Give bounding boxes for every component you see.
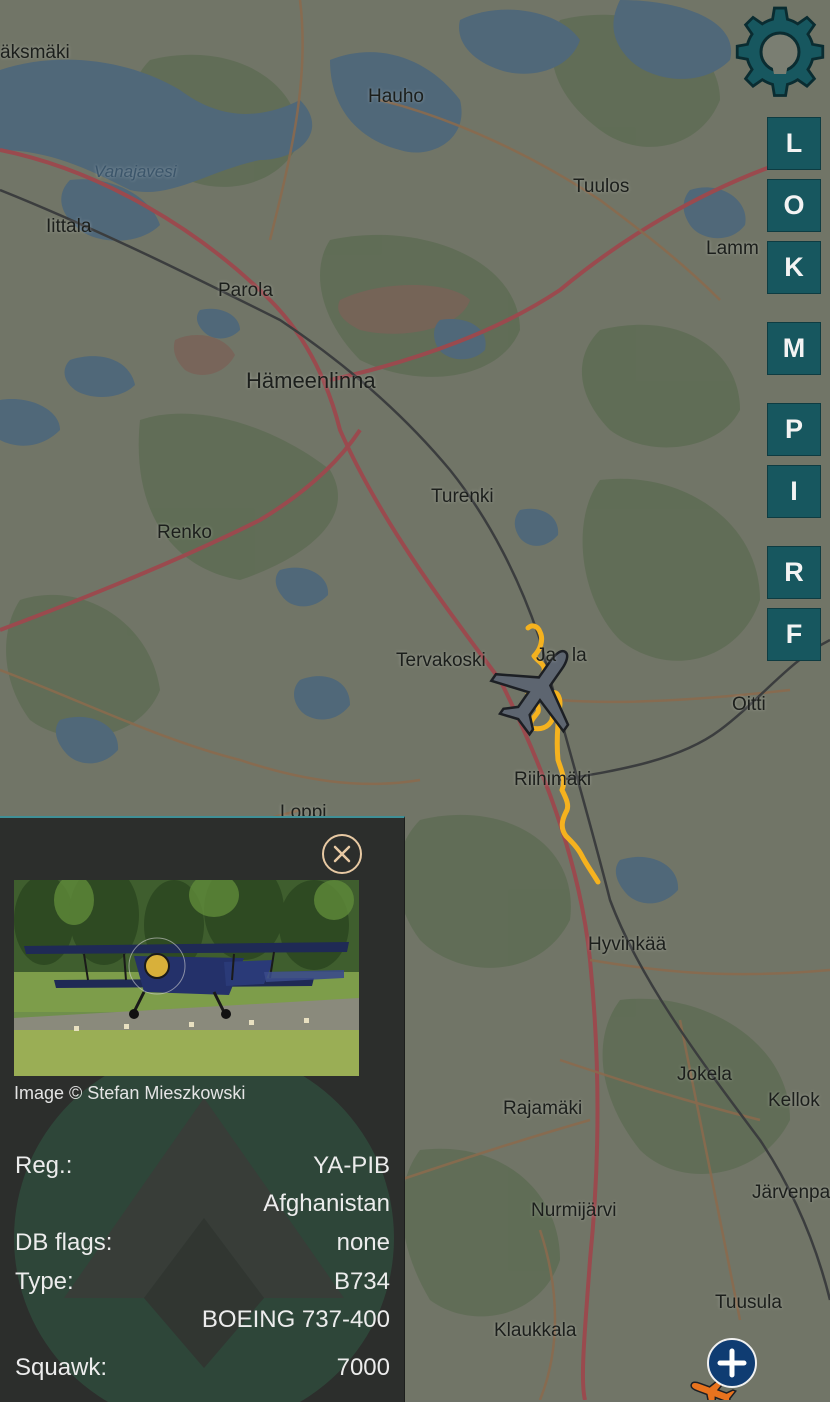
aircraft-photo[interactable] xyxy=(14,880,359,1076)
key-button-f[interactable]: F xyxy=(767,608,821,661)
gear-icon xyxy=(735,6,825,97)
zoom-in-button[interactable] xyxy=(707,1338,757,1388)
place-tervakoski: Tervakoski xyxy=(396,650,486,671)
place-jokela: Jokela xyxy=(677,1064,732,1085)
place-jarvenpaa: Järvenpa xyxy=(752,1182,830,1203)
place-vanajavesi: Vanajavesi xyxy=(94,162,177,181)
place-rajamaki: Rajamäki xyxy=(503,1098,583,1119)
close-icon xyxy=(333,845,351,863)
place-iittala: Iittala xyxy=(46,216,92,237)
place-parola: Parola xyxy=(218,280,273,301)
settings-button[interactable] xyxy=(732,4,828,100)
place-kellok: Kellok xyxy=(768,1090,820,1111)
type-label: Type: xyxy=(15,1268,74,1295)
place-janakkala: Ja la xyxy=(536,645,587,666)
db-flags-value: none xyxy=(336,1229,390,1256)
reg-value: YA-PIB xyxy=(313,1152,390,1179)
key-button-m[interactable]: M xyxy=(767,322,821,375)
squawk-label: Squawk: xyxy=(15,1354,108,1381)
key-button-l[interactable]: L xyxy=(767,117,821,170)
place-nurmijarvi: Nurmijärvi xyxy=(531,1200,617,1221)
aircraft-info-panel: Image © Stefan Mieszkowski Reg.: YA-PIB … xyxy=(0,816,405,1402)
key-button-i[interactable]: I xyxy=(767,465,821,518)
place-oitti: Oitti xyxy=(732,694,766,715)
place-tuulos: Tuulos xyxy=(573,176,630,197)
close-button[interactable] xyxy=(322,834,362,874)
key-button-o[interactable]: O xyxy=(767,179,821,232)
place-hyvinkaa: Hyvinkää xyxy=(588,934,667,955)
key-button-r[interactable]: R xyxy=(767,546,821,599)
place-tuusula: Tuusula xyxy=(715,1292,782,1313)
place-klaukkala: Klaukkala xyxy=(494,1320,577,1341)
db-flags-label: DB flags: xyxy=(15,1229,113,1256)
country-value: Afghanistan xyxy=(263,1190,390,1217)
plus-icon xyxy=(717,1348,747,1378)
photo-credit: Image © Stefan Mieszkowski xyxy=(14,1083,246,1103)
place-aksmaki: äksmäki xyxy=(0,42,70,63)
aircraft-photo-image xyxy=(14,880,359,1076)
place-lamm: Lamm xyxy=(706,238,759,259)
key-button-p[interactable]: P xyxy=(767,403,821,456)
type-value: B734 xyxy=(333,1268,390,1295)
place-riihimaki: Riihimäki xyxy=(514,769,592,790)
place-renko: Renko xyxy=(157,522,212,543)
place-hameenlinna: Hämeenlinna xyxy=(246,368,376,393)
key-button-k[interactable]: K xyxy=(767,241,821,294)
place-turenki: Turenki xyxy=(431,486,494,507)
reg-label: Reg.: xyxy=(15,1152,73,1179)
type-full-value: BOEING 737-400 xyxy=(201,1306,390,1333)
squawk-value: 7000 xyxy=(336,1354,390,1381)
place-hauho: Hauho xyxy=(368,86,424,107)
